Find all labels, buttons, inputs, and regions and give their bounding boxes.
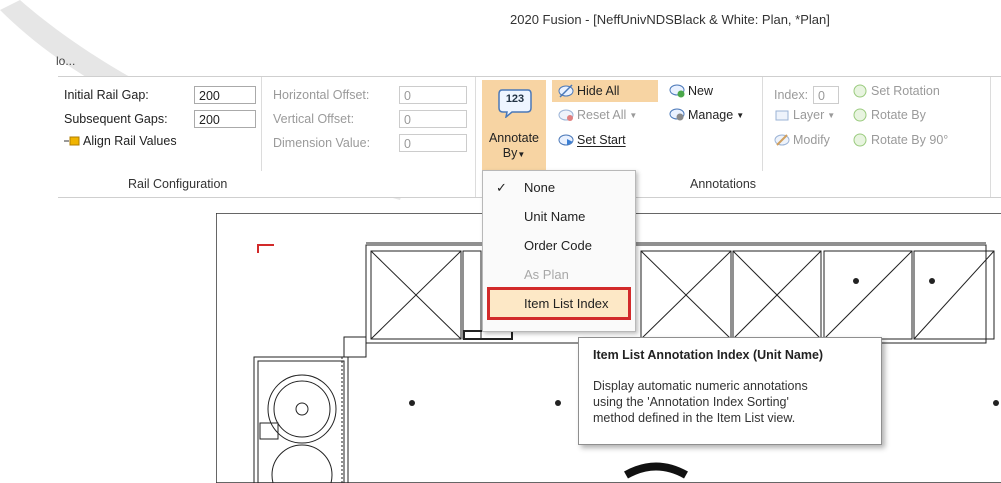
vertical-offset-label: Vertical Offset: (273, 112, 355, 126)
annotations-group-label: Annotations (690, 177, 757, 191)
annotate-by-label: Annotate By▼ (488, 131, 540, 160)
annotate-badge-text: 123 (505, 93, 525, 105)
menu-item-item-list-index[interactable]: Item List Index (487, 287, 631, 320)
dimension-value-input[interactable]: 0 (399, 134, 467, 152)
manage-button[interactable]: Manage ▼ (669, 108, 744, 122)
rail-configuration-group-label: Rail Configuration (128, 177, 228, 191)
reset-all-icon (558, 108, 574, 122)
tooltip-title: Item List Annotation Index (Unit Name) (593, 348, 824, 362)
new-annotation-button[interactable]: New (669, 84, 713, 98)
initial-rail-gap-input[interactable]: 200 (194, 86, 256, 104)
menu-item-none[interactable]: ✓ None (483, 173, 635, 202)
set-rotation-button[interactable]: Set Rotation (852, 84, 940, 98)
hide-all-icon (558, 84, 574, 98)
menu-item-as-plan[interactable]: As Plan (483, 260, 635, 289)
subsequent-gaps-label: Subsequent Gaps: (64, 112, 168, 126)
horizontal-offset-input[interactable]: 0 (399, 86, 467, 104)
window-title: 2020 Fusion - [NeffUnivNDSBlack & White:… (510, 12, 830, 27)
set-rotation-icon (852, 84, 868, 98)
index-label: Index: (774, 88, 809, 102)
tooltip: Item List Annotation Index (Unit Name) D… (578, 337, 882, 445)
rotate-by-icon (852, 108, 868, 122)
annotate-by-dropdown: ✓ None Unit Name Order Code As Plan Item… (482, 170, 636, 332)
align-rail-icon (64, 134, 80, 148)
horizontal-offset-label: Horizontal Offset: (273, 88, 370, 102)
vertical-offset-input[interactable]: 0 (399, 110, 467, 128)
subsequent-gaps-input[interactable]: 200 (194, 110, 256, 128)
layer-button[interactable]: Layer ▼ (774, 108, 835, 122)
set-start-button[interactable]: Set Start (558, 133, 626, 147)
align-rail-values-button[interactable]: Align Rail Values (64, 134, 177, 148)
modify-button[interactable]: Modify (774, 133, 830, 147)
menu-item-unit-name[interactable]: Unit Name (483, 202, 635, 231)
index-input[interactable]: 0 (813, 86, 839, 104)
layer-icon (774, 108, 790, 122)
set-start-icon (558, 133, 574, 147)
dimension-value-label: Dimension Value: (273, 136, 371, 150)
hide-all-button[interactable]: Hide All (558, 84, 619, 98)
ribbon-tab-fragment[interactable]: lo... (56, 54, 75, 68)
rotate-by-90-icon (852, 133, 868, 147)
rotate-by-90-button[interactable]: Rotate By 90° (852, 133, 948, 147)
initial-rail-gap-label: Initial Rail Gap: (64, 88, 149, 102)
menu-item-order-code[interactable]: Order Code (483, 231, 635, 260)
new-annotation-icon (669, 84, 685, 98)
tooltip-body: Display automatic numeric annotations us… (593, 379, 808, 425)
modify-icon (774, 133, 790, 147)
rotate-by-button[interactable]: Rotate By (852, 108, 926, 122)
checkmark-icon: ✓ (496, 180, 507, 195)
manage-icon (669, 108, 685, 122)
reset-all-button[interactable]: Reset All ▼ (558, 108, 637, 122)
align-rail-values-label: Align Rail Values (83, 134, 177, 148)
